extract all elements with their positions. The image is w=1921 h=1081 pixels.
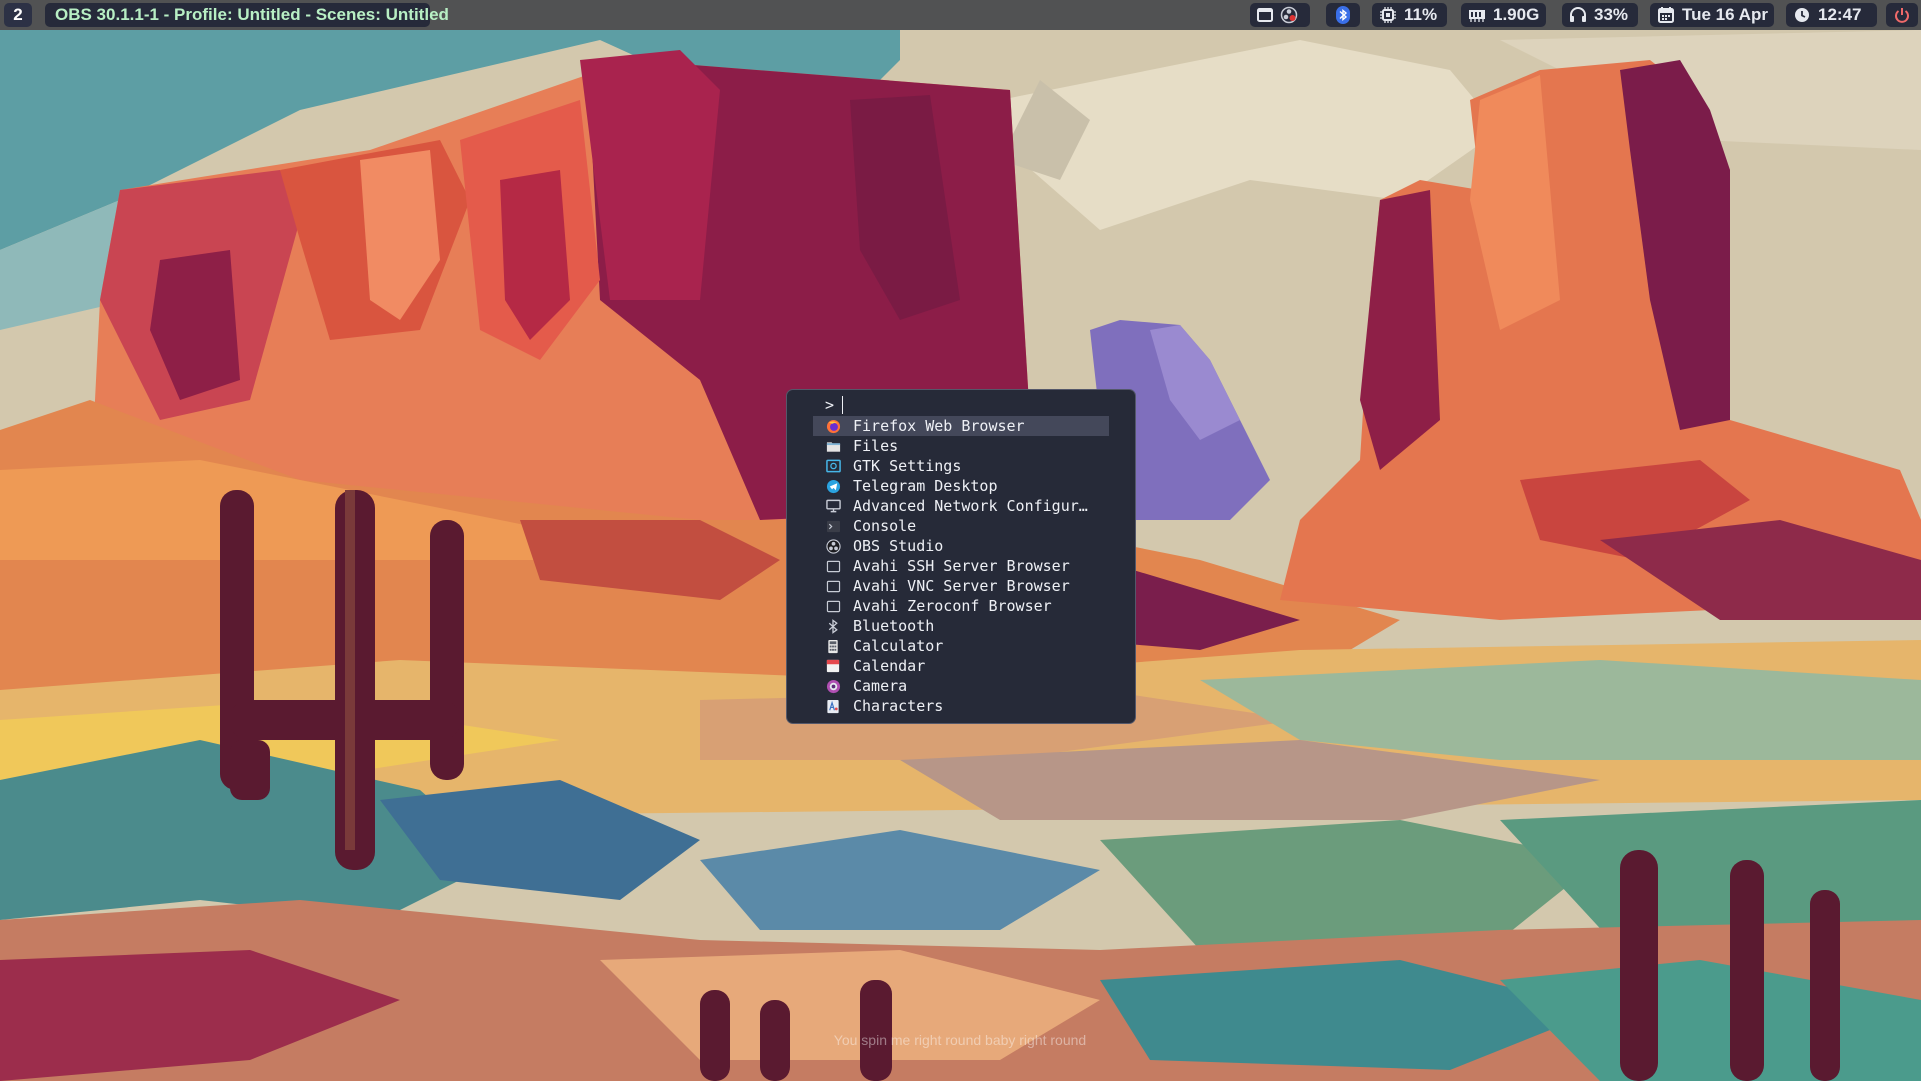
app-item-console[interactable]: Console — [813, 516, 1109, 536]
app-item-label: GTK Settings — [853, 457, 962, 475]
launcher-search-input[interactable] — [842, 396, 1084, 414]
launcher-prompt-row: > — [825, 396, 1084, 414]
app-item-avahi-vnc[interactable]: Avahi VNC Server Browser — [813, 576, 1109, 596]
clock-indicator[interactable]: 12:47 — [1786, 3, 1877, 27]
memory-value: 1.90G — [1493, 5, 1540, 24]
gtk-settings-icon — [825, 458, 841, 474]
bluetooth-icon — [1333, 5, 1353, 25]
obs-tray-icon[interactable] — [1280, 5, 1298, 25]
window-icon[interactable] — [1256, 5, 1274, 25]
app-list: Firefox Web Browser Files GTK Settings T… — [813, 416, 1109, 716]
headphones-icon — [1568, 5, 1588, 25]
app-item-label: Firefox Web Browser — [853, 417, 1025, 435]
volume-indicator[interactable]: 33% — [1562, 3, 1638, 27]
app-item-label: Avahi Zeroconf Browser — [853, 597, 1052, 615]
window-title-text: OBS 30.1.1-1 - Profile: Untitled - Scene… — [55, 5, 449, 24]
date-indicator[interactable]: Tue 16 Apr — [1650, 3, 1774, 27]
workspace-button[interactable]: 2 — [4, 3, 32, 27]
app-item-label: Files — [853, 437, 899, 455]
avahi-vnc-icon — [825, 578, 841, 594]
app-item-label: OBS Studio — [853, 537, 944, 555]
volume-value: 33% — [1594, 5, 1629, 24]
app-item-telegram[interactable]: Telegram Desktop — [813, 476, 1109, 496]
app-item-bluetooth[interactable]: Bluetooth — [813, 616, 1109, 636]
power-icon — [1892, 5, 1912, 25]
app-item-label: Avahi SSH Server Browser — [853, 557, 1070, 575]
app-item-calculator[interactable]: Calculator — [813, 636, 1109, 656]
cpu-icon — [1378, 5, 1398, 25]
app-item-label: Bluetooth — [853, 617, 935, 635]
time-value: 12:47 — [1818, 5, 1862, 24]
network-icon — [825, 498, 841, 514]
app-launcher: > Firefox Web Browser Files GTK Settings — [786, 389, 1136, 724]
app-item-label: Calendar — [853, 657, 926, 675]
files-icon — [825, 438, 841, 454]
top-bar: 2 OBS 30.1.1-1 - Profile: Untitled - Sce… — [0, 0, 1921, 30]
app-item-camera[interactable]: Camera — [813, 676, 1109, 696]
app-item-label: Avahi VNC Server Browser — [853, 577, 1070, 595]
active-window-title[interactable]: OBS 30.1.1-1 - Profile: Untitled - Scene… — [45, 3, 449, 27]
app-item-label: Camera — [853, 677, 908, 695]
memory-icon — [1467, 5, 1487, 25]
characters-icon — [825, 698, 841, 714]
telegram-icon — [825, 478, 841, 494]
avahi-ssh-icon — [825, 558, 841, 574]
bluetooth-icon — [825, 618, 841, 634]
app-item-label: Advanced Network Configur… — [853, 497, 1088, 515]
calendar-app-icon — [825, 658, 841, 674]
power-button[interactable] — [1886, 3, 1918, 27]
app-item-avahi-zeroconf[interactable]: Avahi Zeroconf Browser — [813, 596, 1109, 616]
app-item-avahi-ssh[interactable]: Avahi SSH Server Browser — [813, 556, 1109, 576]
date-value: Tue 16 Apr — [1682, 5, 1768, 24]
clock-icon — [1792, 5, 1812, 25]
firefox-icon — [825, 418, 841, 434]
app-item-gtk-settings[interactable]: GTK Settings — [813, 456, 1109, 476]
app-item-label: Calculator — [853, 637, 944, 655]
app-item-label: Characters — [853, 697, 944, 715]
console-icon — [825, 518, 841, 534]
bluetooth-button[interactable] — [1326, 3, 1360, 27]
app-item-label: Console — [853, 517, 917, 535]
calculator-icon — [825, 638, 841, 654]
workspace-number: 2 — [13, 5, 23, 24]
calendar-icon — [1656, 5, 1676, 25]
avahi-zeroconf-icon — [825, 598, 841, 614]
cpu-value: 11% — [1404, 5, 1438, 24]
cpu-indicator[interactable]: 11% — [1372, 3, 1447, 27]
app-item-firefox[interactable]: Firefox Web Browser — [813, 416, 1109, 436]
app-item-characters[interactable]: Characters — [813, 696, 1109, 716]
obs-icon — [825, 538, 841, 554]
app-item-calendar[interactable]: Calendar — [813, 656, 1109, 676]
app-item-obs-studio[interactable]: OBS Studio — [813, 536, 1109, 556]
app-item-network[interactable]: Advanced Network Configur… — [813, 496, 1109, 516]
prompt-symbol: > — [825, 396, 835, 414]
desktop-lyric-text: You spin me right round baby right round — [833, 1032, 1087, 1048]
camera-icon — [825, 678, 841, 694]
app-item-label: Telegram Desktop — [853, 477, 998, 495]
app-item-files[interactable]: Files — [813, 436, 1109, 456]
system-tray — [1250, 3, 1310, 27]
memory-indicator[interactable]: 1.90G — [1461, 3, 1546, 27]
